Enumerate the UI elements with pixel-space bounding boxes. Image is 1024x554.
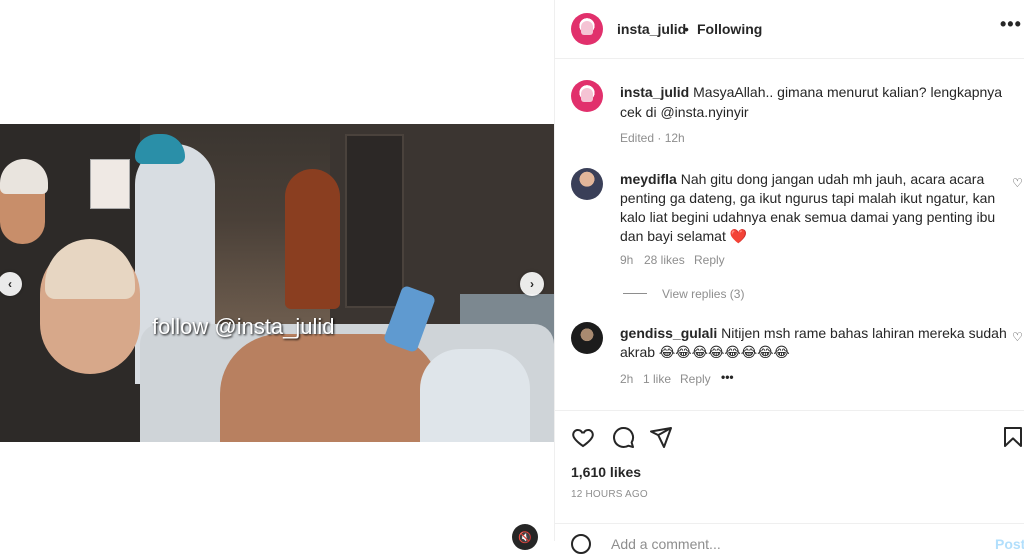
comment-username[interactable]: gendiss_gulali [620, 325, 717, 341]
scene-photo-card [90, 159, 130, 209]
chevron-left-icon: ‹ [8, 277, 12, 291]
avatar[interactable] [571, 13, 603, 45]
comment-text: gendiss_gulali Nitijen msh rame bahas la… [620, 324, 1010, 362]
video-overlay-text: follow @insta_julid [152, 314, 335, 339]
likes-count[interactable]: 1,610 likes [571, 464, 641, 480]
comment-text: meydifla Nah gitu dong jangan udah mh ja… [620, 170, 1010, 246]
comment-like-icon[interactable]: ♡ [1012, 330, 1023, 344]
add-comment-bar: Add a comment... Post [555, 523, 1024, 554]
post-video[interactable]: follow @insta_julid [0, 124, 554, 442]
reply-button[interactable]: Reply [680, 372, 711, 386]
post-media: follow @insta_julid ‹ › 🔇 [0, 0, 554, 550]
comment-time: 2h [620, 372, 634, 386]
post-comment-button[interactable]: Post [995, 536, 1024, 552]
post-actions: 1,610 likes 12 HOURS AGO Add a comment..… [555, 410, 1024, 554]
comment-likes[interactable]: 28 likes [644, 253, 685, 267]
comment-username[interactable]: meydifla [620, 171, 677, 187]
view-replies-button[interactable]: View replies (3) [662, 287, 744, 301]
scene-person [285, 169, 340, 309]
post-details-panel: insta_julid • Following ••• insta_julid … [554, 0, 1024, 554]
scene-cap [135, 134, 185, 164]
audio-toggle-button[interactable]: 🔇 [512, 524, 538, 550]
laughing-emoji: 😂😂😂😂😂😂😂😂 [658, 344, 790, 360]
next-slide-button[interactable]: › [520, 272, 544, 296]
heart-icon[interactable] [571, 425, 595, 449]
post-timestamp: 12 HOURS AGO [571, 489, 648, 500]
avatar[interactable] [571, 80, 603, 112]
bookmark-icon[interactable] [1001, 425, 1024, 449]
comment-body: Nah gitu dong jangan udah mh jauh, acara… [620, 171, 996, 244]
avatar[interactable] [571, 168, 603, 200]
view-replies-line [623, 293, 647, 294]
following-button[interactable]: Following [697, 21, 762, 37]
add-comment-input[interactable]: Add a comment... [611, 536, 721, 552]
scene-pillow [420, 349, 530, 442]
comment-likes[interactable]: 1 like [643, 372, 671, 386]
post-header: insta_julid • Following ••• [555, 0, 1024, 59]
comment-more-icon[interactable]: ••• [721, 370, 734, 384]
chevron-right-icon: › [530, 277, 534, 291]
header-username[interactable]: insta_julid [617, 21, 686, 37]
comment-time: 9h [620, 253, 634, 267]
emoji-icon[interactable] [571, 534, 591, 554]
header-separator: • [684, 21, 689, 37]
heart-emoji: ❤️ [729, 228, 748, 244]
caption-text: insta_julid MasyaAllah.. gimana menurut … [620, 82, 1020, 122]
scene-door [345, 134, 404, 308]
more-options-icon[interactable]: ••• [1000, 14, 1022, 35]
share-icon[interactable] [649, 425, 673, 449]
mute-icon: 🔇 [518, 531, 532, 544]
comment-icon[interactable] [611, 425, 635, 449]
avatar[interactable] [571, 322, 603, 354]
caption-username[interactable]: insta_julid [620, 84, 689, 100]
reply-button[interactable]: Reply [694, 253, 725, 267]
caption-meta: Edited · 12h [620, 131, 685, 145]
comment-like-icon[interactable]: ♡ [1012, 176, 1023, 190]
